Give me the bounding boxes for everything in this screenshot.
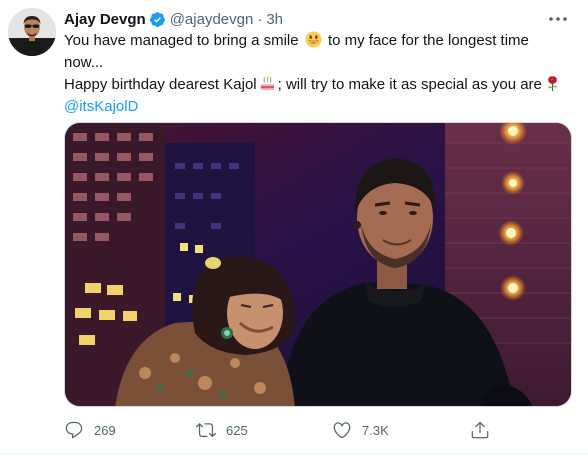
reply-count: 269 [94, 422, 116, 438]
verified-badge-icon [149, 11, 166, 28]
author-display-name[interactable]: Ajay Devgn [64, 11, 146, 28]
smiling-face-emoji-icon [305, 31, 322, 48]
rose-emoji-icon [548, 76, 558, 92]
share-button[interactable] [470, 420, 490, 440]
tweet-text-segment: to my face for the longest time [327, 32, 529, 49]
tweet-text-line-2: now... [64, 54, 104, 71]
birthday-cake-emoji-icon [260, 76, 274, 91]
separator-dot: · [257, 10, 263, 28]
more-dots-icon [549, 17, 567, 21]
heart-icon [333, 422, 351, 439]
author-handle[interactable]: @ajaydevgn [170, 11, 254, 28]
tweet-text: You have managed to bring a smile to my … [64, 30, 564, 118]
retweet-count: 625 [226, 422, 248, 438]
tweet-photo[interactable] [64, 122, 572, 407]
tweet-text-line-1: You have managed to bring a smile to my … [64, 30, 564, 52]
more-options-button[interactable] [546, 9, 570, 29]
tweet-card[interactable]: Ajay Devgn @ajaydevgn · 3h You have mana… [0, 0, 588, 455]
tweet-header: Ajay Devgn @ajaydevgn · 3h [64, 9, 548, 29]
tweet-text-segment: ; will try to make it as special as you … [277, 76, 542, 93]
mention-link[interactable]: @itsKajolD [64, 98, 138, 115]
retweet-button[interactable]: 625 [196, 420, 248, 440]
like-button[interactable]: 7.3K [332, 420, 389, 440]
tweet-text-segment: You have managed to bring a smile [64, 32, 299, 49]
tweet-timestamp[interactable]: 3h [266, 11, 283, 28]
reply-icon [65, 421, 83, 439]
tweet-text-segment: Happy birthday dearest Kajol [64, 76, 257, 93]
retweet-icon [196, 423, 216, 438]
like-count: 7.3K [362, 422, 389, 438]
share-icon [471, 421, 489, 439]
avatar[interactable] [8, 8, 56, 56]
photo-image [65, 123, 571, 406]
reply-button[interactable]: 269 [64, 420, 116, 440]
tweet-text-line-3: Happy birthday dearest Kajol ; will try … [64, 74, 564, 96]
tweet-actions-bar: 269 625 7.3K [64, 418, 524, 442]
tweet-text-line-4: @itsKajolD [64, 96, 564, 118]
